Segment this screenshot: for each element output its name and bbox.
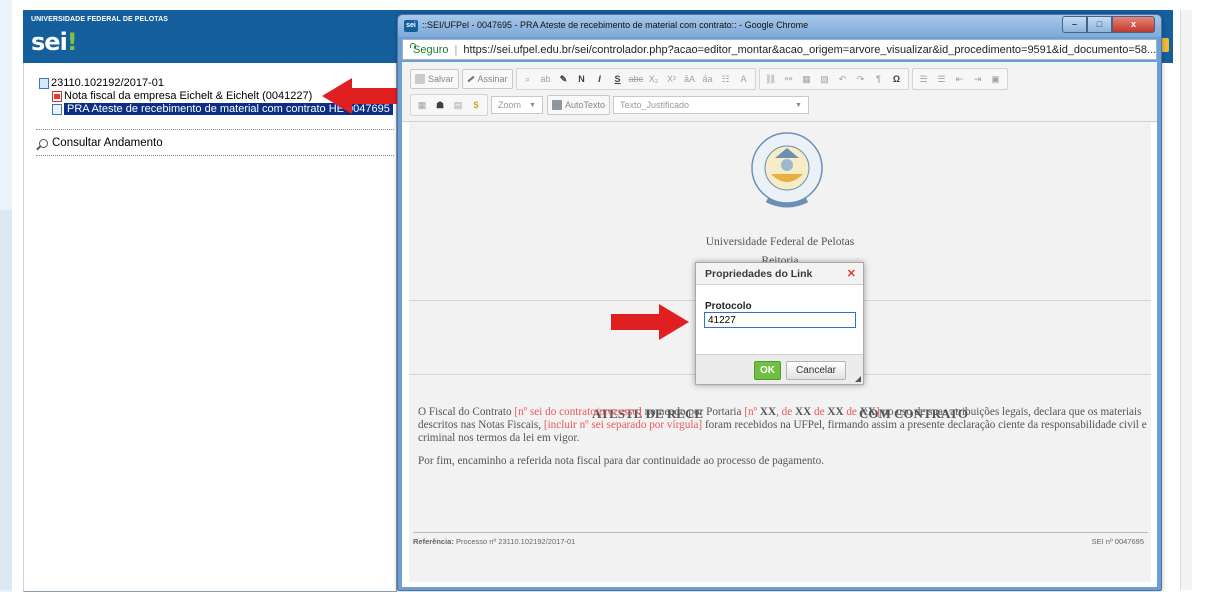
italic-icon[interactable]: I [593, 72, 607, 86]
sign-button[interactable]: Assinar [461, 69, 513, 89]
dialog-title[interactable]: Propriedades do Link ✕ [696, 263, 863, 285]
university-title: UNIVERSIDADE FEDERAL DE PELOTAS [31, 16, 169, 23]
search-icon [39, 138, 48, 148]
format-painter-icon[interactable]: ✎ [557, 72, 571, 86]
image-icon[interactable]: ▣ [989, 72, 1003, 86]
document-paragraph-2[interactable]: Por fim, encaminho a referida nota fisca… [418, 455, 1150, 468]
address-separator: | [454, 43, 458, 56]
window-title: ::SEI/UFPel - 0047695 - PRA Ateste de re… [422, 20, 809, 30]
special-char-icon[interactable]: Ω [890, 72, 904, 86]
tree-divider [36, 155, 394, 156]
table-icon[interactable]: ▦ [415, 98, 429, 112]
editor-toolbar: Salvar Assinar ⌕ ab ✎ N I S abc X₂ X² āA… [402, 62, 1157, 122]
pdf-icon [52, 90, 62, 102]
zoom-dropdown[interactable]: Zoom ▼ [491, 96, 543, 114]
tree-divider [36, 129, 394, 130]
dollar-icon[interactable]: $ [469, 98, 483, 112]
lowercase-icon[interactable]: āa [701, 72, 715, 86]
close-window-button[interactable]: x [1112, 16, 1155, 33]
chevron-down-icon: ▼ [529, 101, 536, 109]
text-color-icon[interactable]: A [737, 72, 751, 86]
uppercase-icon[interactable]: āA [683, 72, 697, 86]
numbered-list-icon[interactable]: ☰ [917, 72, 931, 86]
outdent-icon[interactable]: ⇤ [953, 72, 967, 86]
page-scrollbar[interactable] [1180, 10, 1192, 590]
paragraph-icon[interactable]: ¶ [872, 72, 886, 86]
secure-label: Seguro [413, 43, 449, 56]
table-style-icon[interactable]: ☷ [719, 72, 733, 86]
insert-group: ⛓ ⚯ ▦ ▧ ↶ ↷ ¶ Ω [758, 68, 909, 90]
tree-document-nota-fiscal[interactable]: Nota fiscal da empresa Eichelt & Eichelt… [52, 90, 312, 102]
find-icon[interactable]: ⌕ [521, 72, 535, 86]
protocolo-input[interactable] [704, 312, 856, 328]
spellcheck-icon[interactable]: ▤ [451, 98, 465, 112]
process-number: 23110.102192/2017-01 [51, 77, 164, 89]
redo-icon[interactable]: ↷ [854, 72, 868, 86]
red-arrow-left-icon [322, 78, 400, 114]
save-button[interactable]: Salvar [410, 69, 459, 89]
superscript-icon[interactable]: X² [665, 72, 679, 86]
link-icon[interactable]: ⛓ [764, 72, 778, 86]
strikethrough-icon[interactable]: abc [629, 72, 644, 86]
ufpel-seal-icon [751, 132, 823, 208]
table-group: ▦ ☗ ▤ $ [410, 94, 488, 116]
process-folder-icon [39, 77, 49, 89]
bullet-list-icon[interactable]: ☰ [935, 72, 949, 86]
subscript-icon[interactable]: X₂ [647, 72, 661, 86]
document-paragraph-1[interactable]: O Fiscal do Contrato [nº sei do contrato… [418, 406, 1150, 445]
people-icon[interactable]: ☗ [433, 98, 447, 112]
maximize-button[interactable]: □ [1087, 16, 1112, 33]
replace-icon[interactable]: ab [539, 72, 553, 86]
underline-icon[interactable]: S [611, 72, 625, 86]
consultar-label: Consultar Andamento [52, 137, 163, 149]
document-link-icon[interactable]: ▧ [818, 72, 832, 86]
left-decorative-strip [0, 0, 12, 592]
bold-icon[interactable]: N [575, 72, 589, 86]
format-group: ⌕ ab ✎ N I S abc X₂ X² āA āa ☷ A [515, 68, 756, 90]
undo-icon[interactable]: ↶ [836, 72, 850, 86]
save-icon [415, 74, 425, 84]
minimize-button[interactable]: – [1062, 16, 1087, 33]
tree-process-node[interactable]: 23110.102192/2017-01 [39, 77, 164, 89]
document-reference-bar: Referência: Processo nº 23110.102192/201… [413, 532, 1148, 548]
resize-handle[interactable] [855, 376, 861, 382]
red-arrow-right-icon [611, 304, 689, 340]
autotext-icon [551, 100, 562, 110]
cancel-button[interactable]: Cancelar [786, 361, 846, 380]
indent-icon[interactable]: ⇥ [971, 72, 985, 86]
style-dropdown[interactable]: Texto_Justificado ▼ [612, 96, 809, 114]
autotexto-button[interactable]: AutoTexto [546, 95, 610, 115]
list-group: ☰ ☰ ⇤ ⇥ ▣ [911, 68, 1008, 90]
close-icon[interactable]: ✕ [847, 267, 856, 280]
sei-link-icon[interactable]: ▦ [800, 72, 814, 86]
document-university-name: Universidade Federal de Pelotas [705, 236, 855, 248]
sei-number: SEI nº 0047695 [1091, 537, 1144, 546]
url-text: https://sei.ufpel.edu.br/sei/controlador… [463, 43, 1157, 56]
dialog-footer: OK Cancelar [696, 354, 863, 384]
process-tree-panel: 23110.102192/2017-01 Nota fiscal da empr… [23, 63, 397, 592]
unlink-icon[interactable]: ⚯ [782, 72, 796, 86]
document-icon [52, 103, 62, 115]
chevron-down-icon: ▼ [795, 101, 802, 109]
sei-logo[interactable]: sei! [31, 28, 78, 56]
window-titlebar[interactable]: sei ::SEI/UFPel - 0047695 - PRA Ateste d… [398, 15, 1161, 37]
pen-icon [466, 75, 475, 83]
protocolo-label: Protocolo [705, 301, 752, 312]
document-label: Nota fiscal da empresa Eichelt & Eichelt… [64, 90, 313, 102]
consultar-andamento-link[interactable]: Consultar Andamento [39, 137, 163, 149]
link-properties-dialog: Propriedades do Link ✕ Protocolo OK Canc… [695, 262, 864, 385]
address-bar[interactable]: Seguro | https://sei.ufpel.edu.br/sei/co… [402, 39, 1157, 60]
ok-button[interactable]: OK [754, 361, 781, 380]
sei-favicon-icon: sei [404, 20, 418, 32]
